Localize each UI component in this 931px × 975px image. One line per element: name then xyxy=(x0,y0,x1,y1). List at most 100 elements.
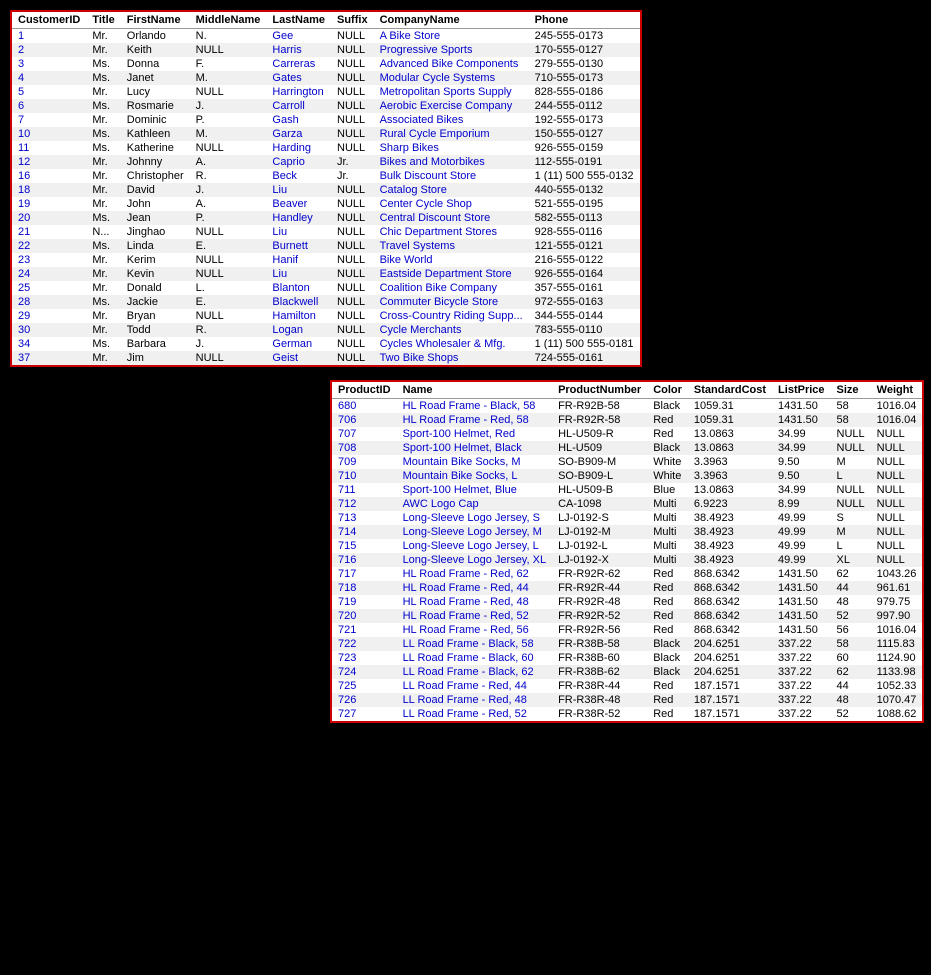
table-cell: LL Road Frame - Black, 62 xyxy=(397,665,553,679)
table-cell: 1 (11) 500 555-0132 xyxy=(529,169,640,183)
table-cell: 245-555-0173 xyxy=(529,29,640,44)
table-cell: Red xyxy=(647,595,688,609)
table-row: 723LL Road Frame - Black, 60FR-R38B-60Bl… xyxy=(332,651,922,665)
table-cell: Gates xyxy=(266,71,331,85)
table-cell: L. xyxy=(190,281,267,295)
table-cell: HL Road Frame - Red, 48 xyxy=(397,595,553,609)
table-cell: Black xyxy=(647,399,688,414)
table-cell: FR-R92R-48 xyxy=(552,595,647,609)
table-cell: HL-U509-R xyxy=(552,427,647,441)
table-cell: 1431.50 xyxy=(772,609,830,623)
table-cell: 49.99 xyxy=(772,525,830,539)
table-cell: Jackie xyxy=(121,295,190,309)
table-cell: NULL xyxy=(190,309,267,323)
table-cell: Ms. xyxy=(86,127,120,141)
table-row: 30Mr.ToddR.LoganNULLCycle Merchants783-5… xyxy=(12,323,640,337)
table-cell: Caprio xyxy=(266,155,331,169)
table-cell: 37 xyxy=(12,351,86,365)
table-cell: Mr. xyxy=(86,197,120,211)
table-cell: Bike World xyxy=(374,253,529,267)
table-cell: 337.22 xyxy=(772,693,830,707)
table-cell: HL Road Frame - Red, 58 xyxy=(397,413,553,427)
table-cell: 582-555-0113 xyxy=(529,211,640,225)
table-cell: 1431.50 xyxy=(772,399,830,414)
table-cell: 216-555-0122 xyxy=(529,253,640,267)
table-row: 719HL Road Frame - Red, 48FR-R92R-48Red8… xyxy=(332,595,922,609)
table-cell: 192-555-0173 xyxy=(529,113,640,127)
table-cell: LL Road Frame - Black, 60 xyxy=(397,651,553,665)
table-cell: LJ-0192-S xyxy=(552,511,647,525)
col-listprice: ListPrice xyxy=(772,382,830,399)
table-cell: Janet xyxy=(121,71,190,85)
table-cell: FR-R92B-58 xyxy=(552,399,647,414)
table-cell: 723 xyxy=(332,651,397,665)
table-cell: 13.0863 xyxy=(688,427,772,441)
table-cell: 16 xyxy=(12,169,86,183)
table-cell: 1431.50 xyxy=(772,581,830,595)
table-row: 10Ms.KathleenM.GarzaNULLRural Cycle Empo… xyxy=(12,127,640,141)
table-cell: Multi xyxy=(647,553,688,567)
products-header-row: ProductID Name ProductNumber Color Stand… xyxy=(332,382,922,399)
table-cell: Mr. xyxy=(86,309,120,323)
table-cell: 706 xyxy=(332,413,397,427)
table-cell: NULL xyxy=(331,309,374,323)
table-cell: 708 xyxy=(332,441,397,455)
table-cell: N. xyxy=(190,29,267,44)
table-cell: 868.6342 xyxy=(688,581,772,595)
table-cell: NULL xyxy=(871,497,923,511)
table-cell: Mr. xyxy=(86,253,120,267)
table-cell: 204.6251 xyxy=(688,637,772,651)
table-cell: 1431.50 xyxy=(772,567,830,581)
table-cell: Mountain Bike Socks, L xyxy=(397,469,553,483)
table-cell: 868.6342 xyxy=(688,567,772,581)
table-cell: Harrington xyxy=(266,85,331,99)
table-cell: Ms. xyxy=(86,57,120,71)
table-cell: Mr. xyxy=(86,29,120,44)
table-cell: HL Road Frame - Red, 62 xyxy=(397,567,553,581)
table-cell: 25 xyxy=(12,281,86,295)
table-cell: 3.3963 xyxy=(688,455,772,469)
table-cell: J. xyxy=(190,183,267,197)
col-middlename: MiddleName xyxy=(190,12,267,29)
table-cell: M. xyxy=(190,71,267,85)
table-cell: FR-R92R-62 xyxy=(552,567,647,581)
table-cell: NULL xyxy=(331,113,374,127)
table-cell: 868.6342 xyxy=(688,623,772,637)
table-cell: Modular Cycle Systems xyxy=(374,71,529,85)
table-cell: FR-R92R-56 xyxy=(552,623,647,637)
table-cell: 52 xyxy=(831,609,871,623)
table-cell: J. xyxy=(190,337,267,351)
table-cell: 717 xyxy=(332,567,397,581)
table-cell: 48 xyxy=(831,693,871,707)
table-cell: Gee xyxy=(266,29,331,44)
table-cell: 49.99 xyxy=(772,511,830,525)
table-cell: Eastside Department Store xyxy=(374,267,529,281)
table-cell: 6 xyxy=(12,99,86,113)
table-cell: Jr. xyxy=(331,169,374,183)
table-cell: LL Road Frame - Red, 44 xyxy=(397,679,553,693)
table-cell: LJ-0192-X xyxy=(552,553,647,567)
table-row: 708Sport-100 Helmet, BlackHL-U509Black13… xyxy=(332,441,922,455)
table-cell: 9.50 xyxy=(772,455,830,469)
table-cell: Red xyxy=(647,581,688,595)
table-cell: SO-B909-M xyxy=(552,455,647,469)
col-companyname: CompanyName xyxy=(374,12,529,29)
table-row: 706HL Road Frame - Red, 58FR-R92R-58Red1… xyxy=(332,413,922,427)
table-cell: 12 xyxy=(12,155,86,169)
table-row: 707Sport-100 Helmet, RedHL-U509-RRed13.0… xyxy=(332,427,922,441)
table-cell: NULL xyxy=(331,141,374,155)
table-cell: Long-Sleeve Logo Jersey, S xyxy=(397,511,553,525)
table-cell: Mr. xyxy=(86,43,120,57)
table-cell: 718 xyxy=(332,581,397,595)
table-cell: 783-555-0110 xyxy=(529,323,640,337)
table-cell: 38.4923 xyxy=(688,511,772,525)
table-cell: Mr. xyxy=(86,169,120,183)
table-cell: NULL xyxy=(331,99,374,113)
table-row: 715Long-Sleeve Logo Jersey, LLJ-0192-LMu… xyxy=(332,539,922,553)
table-cell: Geist xyxy=(266,351,331,365)
table-cell: Black xyxy=(647,651,688,665)
table-cell: 6.9223 xyxy=(688,497,772,511)
table-cell: 440-555-0132 xyxy=(529,183,640,197)
table-cell: XL xyxy=(831,553,871,567)
table-cell: NULL xyxy=(871,525,923,539)
